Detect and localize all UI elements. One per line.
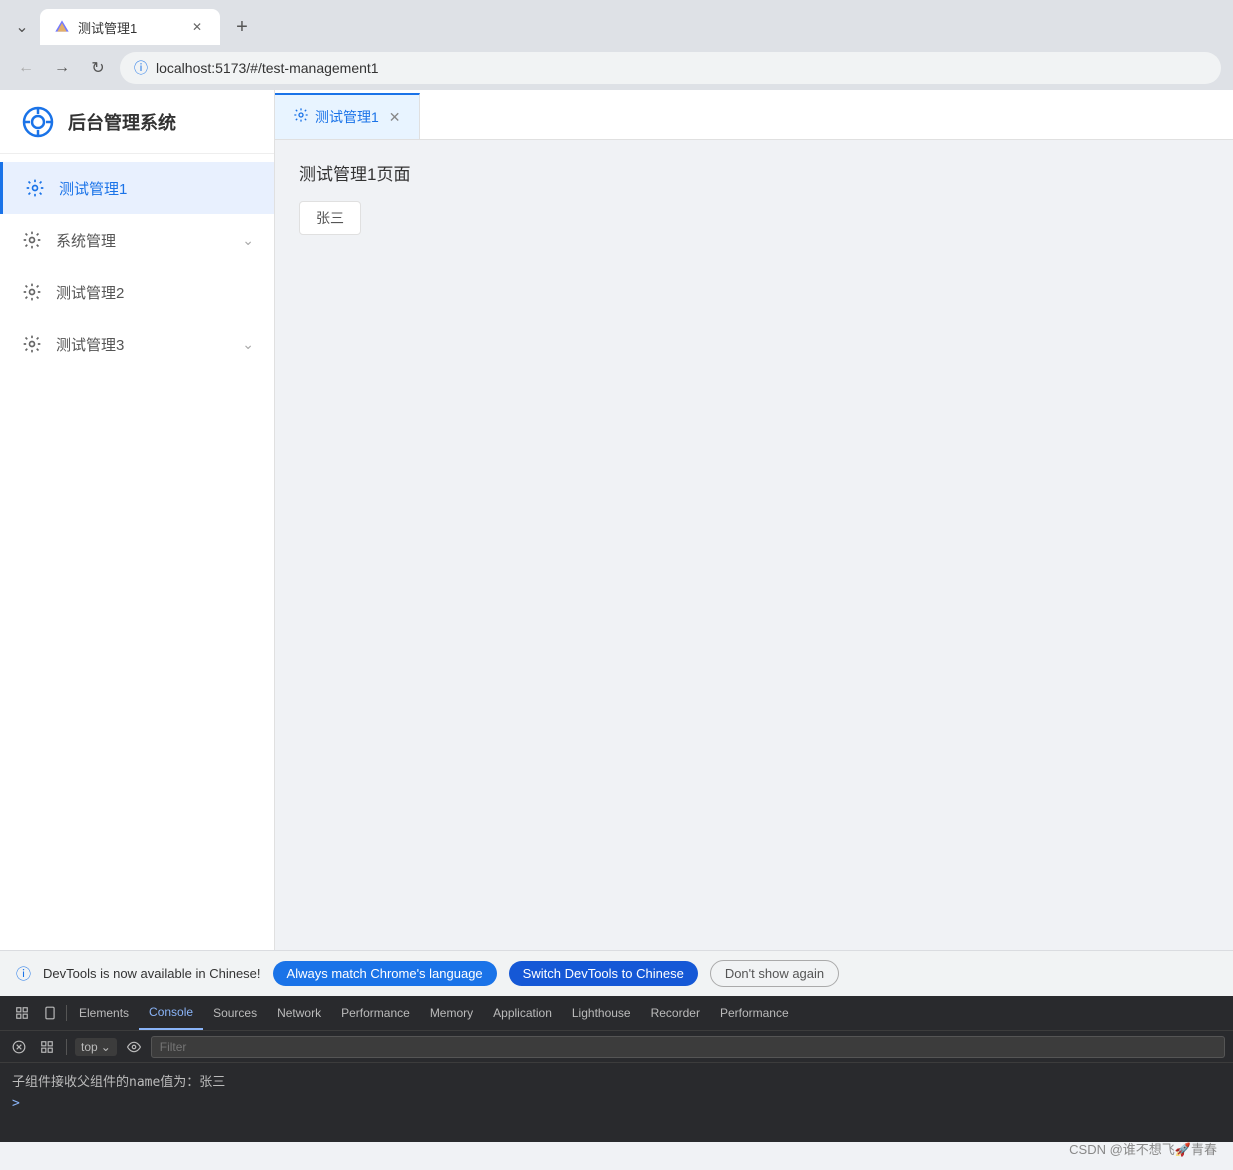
console-filter-input[interactable] [151, 1036, 1225, 1058]
console-toolbar: top ⌄ [0, 1030, 1233, 1062]
browser-tab[interactable]: 测试管理1 ✕ [40, 9, 220, 45]
devtools-tab-performance2[interactable]: Performance [710, 996, 799, 1030]
console-top-label: top [81, 1040, 98, 1054]
url-bar[interactable]: ⓘ localhost:5173/#/test-management1 [120, 52, 1221, 84]
menu-label-test1: 测试管理1 [59, 178, 127, 199]
console-settings-icon[interactable] [36, 1036, 58, 1058]
console-log-line: 子组件接收父组件的name值为：张三 [12, 1069, 1221, 1092]
menu-label-test2: 测试管理2 [56, 282, 124, 303]
devtools-tab-lighthouse[interactable]: Lighthouse [562, 996, 641, 1030]
tab-list-button[interactable]: ⌄ [8, 13, 36, 41]
menu-arrow-test3: ⌄ [242, 336, 254, 353]
devtools-notification-bar: ⓘ DevTools is now available in Chinese! … [0, 950, 1233, 996]
app-tab-close-button[interactable]: ✕ [389, 109, 401, 126]
console-toolbar-separator [66, 1039, 67, 1055]
devtools-tabs-bar: Elements Console Sources Network Perform… [0, 996, 1233, 1030]
app-tab-label: 测试管理1 [315, 107, 379, 127]
switch-chinese-button[interactable]: Switch DevTools to Chinese [509, 961, 698, 986]
refresh-button[interactable]: ↻ [84, 54, 112, 82]
main-content: 测试管理1 ✕ 测试管理1页面 张三 [275, 90, 1233, 950]
forward-button[interactable]: → [48, 54, 76, 82]
console-output: 子组件接收父组件的name值为：张三 > [0, 1062, 1233, 1142]
app-header-tabs: 测试管理1 ✕ [275, 90, 1233, 140]
console-eye-icon[interactable] [123, 1036, 145, 1058]
always-match-button[interactable]: Always match Chrome's language [273, 961, 497, 986]
address-bar-row: ← → ↻ ⓘ localhost:5173/#/test-management… [0, 46, 1233, 90]
devtools-tab-separator [66, 1005, 67, 1021]
url-text: localhost:5173/#/test-management1 [156, 60, 379, 76]
tab-title: 测试管理1 [78, 18, 182, 37]
devtools-tab-memory[interactable]: Memory [420, 996, 483, 1030]
sidebar-item-system-mgmt[interactable]: 系统管理 ⌄ [0, 214, 274, 266]
devtools-tab-recorder[interactable]: Recorder [641, 996, 710, 1030]
devtools-tab-performance[interactable]: Performance [331, 996, 420, 1030]
page-title: 测试管理1页面 [299, 160, 1209, 185]
new-tab-button[interactable]: + [228, 13, 256, 41]
devtools-tab-sources[interactable]: Sources [203, 996, 267, 1030]
site-info-icon: ⓘ [134, 58, 148, 78]
devtools-tab-console[interactable]: Console [139, 996, 203, 1030]
devtools-tab-application[interactable]: Application [483, 996, 562, 1030]
sidebar-logo [20, 104, 56, 140]
console-chevron: > [12, 1096, 1221, 1111]
back-button[interactable]: ← [12, 54, 40, 82]
app-tab-icon [293, 107, 309, 127]
sidebar: 后台管理系统 测试管理1 系统管理 ⌄ [0, 90, 275, 950]
notification-text: DevTools is now available in Chinese! [43, 966, 261, 981]
sidebar-header: 后台管理系统 [0, 90, 274, 154]
app-container: 后台管理系统 测试管理1 系统管理 ⌄ [0, 90, 1233, 950]
devtools-tab-network[interactable]: Network [267, 996, 331, 1030]
dont-show-again-button[interactable]: Don't show again [710, 960, 839, 987]
menu-arrow-system: ⌄ [242, 232, 254, 249]
notification-info-icon: ⓘ [16, 963, 31, 984]
content-area: 测试管理1页面 张三 [275, 140, 1233, 255]
name-badge: 张三 [299, 201, 361, 235]
sidebar-title: 后台管理系统 [68, 109, 176, 135]
menu-icon-test2 [20, 280, 44, 304]
devtools-inspect-icon[interactable] [8, 999, 36, 1027]
menu-icon-test1 [23, 176, 47, 200]
console-context-arrow: ⌄ [101, 1040, 111, 1054]
tab-close-button[interactable]: ✕ [188, 18, 206, 36]
menu-label-test3: 测试管理3 [56, 334, 124, 355]
sidebar-item-test-mgmt1[interactable]: 测试管理1 [0, 162, 274, 214]
clear-console-icon[interactable] [8, 1036, 30, 1058]
watermark: CSDN @谁不想飞🚀青春 [1069, 1139, 1217, 1158]
devtools-tab-elements[interactable]: Elements [69, 996, 139, 1030]
app-active-tab[interactable]: 测试管理1 ✕ [275, 93, 420, 139]
menu-icon-system [20, 228, 44, 252]
devtools-device-icon[interactable] [36, 999, 64, 1027]
console-context-select[interactable]: top ⌄ [75, 1038, 117, 1056]
sidebar-menu: 测试管理1 系统管理 ⌄ 测试管理2 [0, 154, 274, 950]
menu-icon-test3 [20, 332, 44, 356]
sidebar-item-test-mgmt3[interactable]: 测试管理3 ⌄ [0, 318, 274, 370]
sidebar-item-test-mgmt2[interactable]: 测试管理2 [0, 266, 274, 318]
menu-label-system: 系统管理 [56, 230, 116, 251]
tab-favicon [54, 19, 70, 35]
